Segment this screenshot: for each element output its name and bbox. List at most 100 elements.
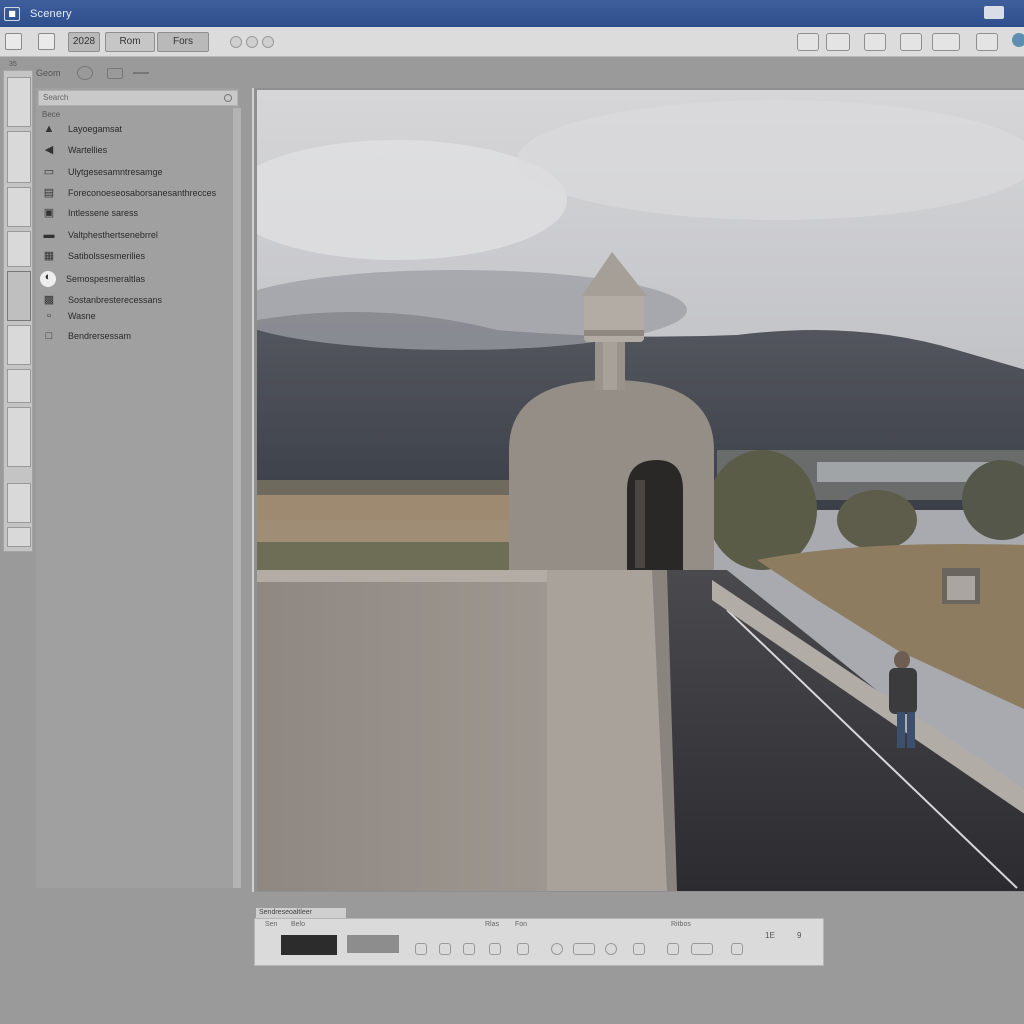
tool-icon[interactable]	[439, 943, 451, 955]
layer-label: Wasne	[68, 311, 96, 321]
layer-icon: ▤	[43, 187, 55, 199]
layer-item[interactable]: ▲ Layoegamsat	[40, 120, 236, 138]
frame-icon[interactable]	[106, 67, 123, 79]
circle-icon: ◐	[40, 271, 56, 287]
timeline-text: Rlas	[485, 921, 500, 928]
tool-icon[interactable]	[667, 943, 679, 955]
thumbnail[interactable]	[7, 527, 31, 547]
layer-item[interactable]: □ Bendrersessam	[40, 327, 236, 345]
timeline-text: Ritbos	[671, 921, 691, 928]
thumbnail[interactable]	[7, 131, 31, 183]
timeline-text: Belo	[291, 921, 306, 928]
window-title: Scenery	[30, 7, 72, 20]
clip-thumbnail[interactable]	[281, 935, 337, 955]
globe-icon[interactable]	[1012, 33, 1024, 47]
picture-icon: ▣	[43, 207, 55, 219]
print-icon[interactable]	[826, 33, 850, 51]
undo-icon[interactable]	[230, 36, 242, 48]
layer-label: Semospesmeraltlas	[66, 274, 146, 284]
thumbnail[interactable]	[7, 407, 31, 467]
tool-icon[interactable]	[691, 943, 713, 955]
thumb-count: 35	[9, 61, 17, 68]
panel-scrollbar[interactable]	[233, 108, 241, 888]
thumbnail[interactable]	[7, 77, 31, 127]
camera-icon[interactable]	[797, 33, 819, 51]
layer-item[interactable]: ▣ Intlessene saress	[40, 204, 236, 222]
layer-label: Bendrersessam	[68, 331, 132, 341]
thumbnail-active[interactable]	[7, 271, 31, 321]
panel-subheading: Bece	[42, 110, 61, 119]
arrow-icon: ◀	[44, 144, 54, 156]
shape-icon: ▲	[43, 123, 55, 135]
layer-label: Satibolssesmerilies	[68, 251, 146, 261]
tool-icon[interactable]	[463, 943, 475, 955]
landscape-photo	[257, 90, 1024, 891]
tool-icon[interactable]	[731, 943, 743, 955]
canvas-frame	[252, 88, 1024, 892]
window-control-icon[interactable]	[984, 6, 1004, 19]
layer-item[interactable]: ▦ Satibolssesmerilies	[40, 247, 236, 265]
main-toolbar: 2028 Rom Fors	[0, 27, 1024, 57]
thumbnail-strip: 35	[3, 61, 33, 552]
layer-item[interactable]: ▬ Valtphesthertsenebrrel	[40, 226, 236, 244]
toolbar-button-2[interactable]: Rom	[105, 32, 155, 52]
layer-label: Layoegamsat	[68, 124, 123, 134]
layer-label: Valtphesthertsenebrrel	[68, 230, 158, 240]
layer-item[interactable]: ▭ Ulytgesesamntresamge	[40, 163, 236, 181]
search-input[interactable]: Search	[38, 90, 238, 106]
layer-item[interactable]: ▤ Foreconoeseosaborsanesanthrecces	[40, 184, 236, 202]
thumbnail[interactable]	[7, 483, 31, 523]
open-file-icon[interactable]	[38, 33, 55, 50]
layer-item[interactable]: ◀ Wartellies	[40, 141, 236, 159]
layer-item[interactable]: ▫ Wasne	[40, 307, 236, 325]
tool-icon[interactable]	[415, 943, 427, 955]
export-icon[interactable]	[864, 33, 886, 51]
image-icon: ▭	[43, 166, 55, 178]
layer-label: Intlessene saress	[68, 208, 139, 218]
minus-icon[interactable]	[132, 72, 149, 74]
toolbar-button-1[interactable]: 2028	[68, 32, 100, 52]
layer-label: Ulytgesesamntresamge	[68, 167, 163, 177]
adjust-icon: ▩	[43, 294, 55, 306]
tool-icon[interactable]	[605, 943, 617, 955]
search-icon	[224, 94, 232, 102]
tool-icon[interactable]	[633, 943, 645, 955]
canvas-image[interactable]	[257, 90, 1024, 891]
thumbnail[interactable]	[7, 369, 31, 403]
tool-icon[interactable]	[551, 943, 563, 955]
search-placeholder: Search	[43, 93, 69, 102]
view-icon[interactable]	[76, 66, 93, 80]
timeline-text: Fon	[515, 921, 528, 928]
thumbnail[interactable]	[7, 325, 31, 365]
text-icon: ▦	[43, 250, 55, 262]
layer-label: Wartellies	[68, 145, 108, 155]
menu-icon[interactable]	[976, 33, 998, 51]
tool-icon[interactable]	[517, 943, 529, 955]
options-label: Geom	[36, 68, 61, 78]
refresh-icon[interactable]	[262, 36, 274, 48]
settings-icon[interactable]	[932, 33, 960, 51]
timeline-label: Sendreseoaltleer	[256, 908, 346, 918]
box-icon: □	[45, 330, 53, 342]
layers-panel: Search Bece ▲ Layoegamsat ◀ Wartellies ▭…	[36, 88, 239, 888]
folder-icon: ▬	[43, 229, 55, 241]
redo-icon[interactable]	[246, 36, 258, 48]
tool-icon[interactable]	[489, 943, 501, 955]
clip-thumbnail[interactable]	[347, 935, 399, 953]
options-row: Geom	[36, 64, 149, 82]
app-icon: ■	[4, 6, 20, 21]
timeline-number: 9	[797, 931, 802, 940]
title-bar: ■ Scenery	[0, 0, 1024, 27]
small-icon: ▫	[47, 310, 51, 322]
layer-label: Foreconoeseosaborsanesanthrecces	[68, 188, 217, 198]
timeline-number: 1E	[765, 931, 775, 940]
timeline-text: Sen	[265, 921, 278, 928]
thumbnail[interactable]	[7, 231, 31, 267]
toolbar-button-3[interactable]: Fors	[157, 32, 209, 52]
thumbnail[interactable]	[7, 187, 31, 227]
layer-label: Sostanbresterecessans	[68, 295, 163, 305]
display-icon[interactable]	[900, 33, 922, 51]
layer-item[interactable]: ◐ Semospesmeraltlas	[40, 270, 236, 288]
new-file-icon[interactable]	[5, 33, 22, 50]
tool-icon[interactable]	[573, 943, 595, 955]
